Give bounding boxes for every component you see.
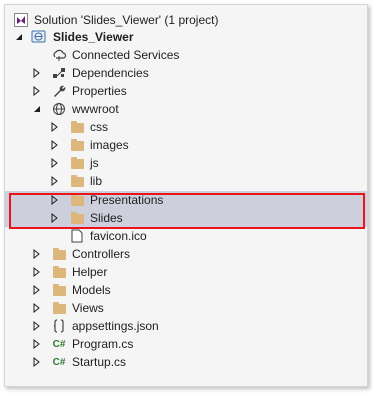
- expand-arrow-icon[interactable]: [50, 213, 60, 223]
- expand-arrow-icon[interactable]: [50, 158, 60, 168]
- folder-icon: [69, 155, 85, 171]
- folder-icon: [51, 300, 67, 316]
- collapse-arrow-icon[interactable]: [32, 104, 42, 114]
- expand-arrow-icon[interactable]: [32, 357, 42, 367]
- appsettings-file-label: appsettings.json: [72, 319, 159, 333]
- folder-icon: [69, 119, 85, 135]
- favicon-file-label: favicon.ico: [90, 229, 147, 243]
- wrench-icon: [51, 83, 67, 99]
- tree-row-models[interactable]: Models: [5, 281, 367, 299]
- views-folder-label: Views: [72, 301, 104, 315]
- project-label: Slides_Viewer: [53, 30, 134, 44]
- folder-icon: [69, 192, 85, 208]
- expand-arrow-icon[interactable]: [50, 195, 60, 205]
- tree-row-favicon[interactable]: favicon.ico: [5, 227, 367, 245]
- tree-row-js[interactable]: js: [5, 154, 367, 172]
- slides-folder-label: Slides: [90, 211, 123, 225]
- models-folder-label: Models: [72, 283, 111, 297]
- properties-label: Properties: [72, 84, 127, 98]
- tree-row-dependencies[interactable]: Dependencies: [5, 64, 367, 82]
- js-folder-label: js: [90, 156, 99, 170]
- tree-row-helper[interactable]: Helper: [5, 263, 367, 281]
- controllers-folder-label: Controllers: [72, 247, 131, 261]
- expand-arrow-icon[interactable]: [32, 303, 42, 313]
- tree-row-program[interactable]: C# Program.cs: [5, 335, 367, 353]
- folder-icon: [51, 246, 67, 262]
- tree-row-connected-services[interactable]: Connected Services: [5, 46, 367, 64]
- expand-arrow-icon[interactable]: [50, 176, 60, 186]
- tree-row-presentations[interactable]: Presentations: [5, 191, 367, 209]
- expand-arrow-icon[interactable]: [32, 339, 42, 349]
- expand-arrow-icon[interactable]: [32, 86, 42, 96]
- solution-explorer-panel: Solution 'Slides_Viewer' (1 project) Sli…: [4, 4, 368, 387]
- tree-row-images[interactable]: images: [5, 136, 367, 154]
- tree-row-startup[interactable]: C# Startup.cs: [5, 353, 367, 371]
- tree-row-solution[interactable]: Solution 'Slides_Viewer' (1 project): [5, 11, 367, 29]
- lib-folder-label: lib: [90, 174, 103, 188]
- expand-arrow-icon[interactable]: [50, 122, 60, 132]
- globe-icon: [51, 101, 67, 117]
- images-folder-label: images: [90, 138, 129, 152]
- wwwroot-label: wwwroot: [72, 102, 119, 116]
- dependencies-icon: [51, 65, 67, 81]
- tree-row-lib[interactable]: lib: [5, 172, 367, 190]
- connected-services-label: Connected Services: [72, 48, 180, 62]
- expand-arrow-icon[interactable]: [32, 321, 42, 331]
- helper-folder-label: Helper: [72, 265, 108, 279]
- visual-studio-solution-icon: [13, 12, 29, 28]
- connected-services-icon: [51, 47, 67, 63]
- expand-arrow-icon[interactable]: [32, 267, 42, 277]
- startup-file-label: Startup.cs: [72, 355, 127, 369]
- expand-arrow-icon[interactable]: [50, 140, 60, 150]
- presentations-folder-label: Presentations: [90, 193, 164, 207]
- tree-row-controllers[interactable]: Controllers: [5, 245, 367, 263]
- expand-arrow-icon[interactable]: [32, 68, 42, 78]
- tree-row-project[interactable]: Slides_Viewer: [5, 28, 367, 46]
- tree-row-appsettings[interactable]: appsettings.json: [5, 317, 367, 335]
- program-file-label: Program.cs: [72, 337, 134, 351]
- dependencies-label: Dependencies: [72, 66, 149, 80]
- tree-row-views[interactable]: Views: [5, 299, 367, 317]
- csharp-file-icon: C#: [52, 338, 66, 350]
- folder-icon: [69, 173, 85, 189]
- expand-arrow-icon[interactable]: [32, 285, 42, 295]
- collapse-arrow-icon[interactable]: [14, 32, 24, 42]
- tree-row-wwwroot[interactable]: wwwroot: [5, 100, 367, 118]
- folder-icon: [69, 137, 85, 153]
- tree-row-properties[interactable]: Properties: [5, 82, 367, 100]
- tree-row-css[interactable]: css: [5, 118, 367, 136]
- css-folder-label: css: [90, 120, 108, 134]
- expand-arrow-icon[interactable]: [32, 249, 42, 259]
- tree-row-slides[interactable]: Slides: [5, 209, 367, 227]
- file-icon: [69, 228, 85, 244]
- json-file-icon: [51, 318, 67, 334]
- folder-icon: [69, 210, 85, 226]
- csharp-file-icon: C#: [52, 356, 66, 368]
- web-project-icon: [31, 29, 47, 45]
- folder-icon: [51, 264, 67, 280]
- folder-icon: [51, 282, 67, 298]
- solution-label: Solution 'Slides_Viewer' (1 project): [34, 13, 219, 27]
